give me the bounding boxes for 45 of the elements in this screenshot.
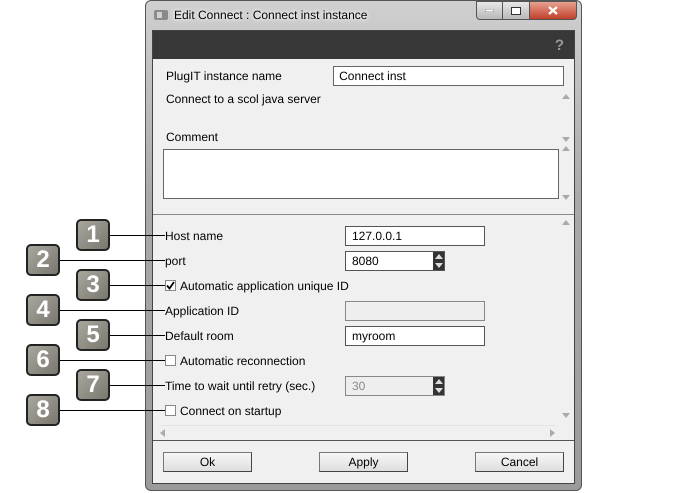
field-label: port	[165, 254, 187, 268]
app-icon	[154, 9, 168, 21]
field-label: Time to wait until retry (sec.)	[165, 378, 316, 392]
input-field[interactable]: myroom	[345, 326, 485, 346]
leader-line	[110, 235, 165, 236]
minimize-button[interactable]	[476, 1, 503, 20]
comment-field[interactable]	[163, 149, 559, 199]
field-label: Default room	[165, 328, 235, 342]
close-button[interactable]	[530, 1, 577, 20]
input-field[interactable]: 127.0.0.1	[345, 226, 485, 246]
callout-badge: 1	[76, 219, 110, 251]
minimize-icon	[485, 9, 494, 12]
arrow-down-icon[interactable]	[434, 262, 442, 268]
checkbox[interactable]: Automatic application unique ID	[165, 278, 349, 292]
field-label: Host name	[165, 228, 224, 242]
close-icon	[548, 6, 558, 15]
callout-badge: 6	[26, 344, 60, 376]
checkmark-icon	[166, 281, 175, 290]
callout-badge: 3	[76, 269, 110, 301]
maximize-icon	[511, 6, 521, 14]
description-text: Connect to a scol java server	[165, 92, 322, 108]
spinner-field[interactable]: 8080	[345, 250, 445, 270]
field-label: PlugIT instance name	[165, 69, 283, 83]
leader-line	[110, 335, 165, 336]
maximize-button[interactable]	[503, 1, 530, 20]
callout-badge: 7	[76, 369, 110, 401]
help-icon[interactable]: ?	[554, 36, 564, 54]
callout-badge: 5	[76, 319, 110, 351]
arrow-left-icon[interactable]	[159, 429, 166, 437]
callout-badge: 4	[26, 294, 60, 326]
callout-badge: 8	[26, 394, 60, 426]
leader-line	[110, 285, 165, 286]
dialog-button[interactable]: Ok	[163, 452, 252, 472]
field-label: Comment	[165, 130, 220, 144]
dialog-button[interactable]: Apply	[319, 452, 408, 472]
dialog-button[interactable]: Cancel	[475, 452, 564, 472]
arrow-up-icon[interactable]	[434, 252, 442, 260]
field-label: Application ID	[165, 304, 240, 318]
arrow-right-icon[interactable]	[549, 429, 556, 437]
checkbox[interactable]: Automatic reconnection	[165, 354, 306, 368]
input-field[interactable]: Connect inst	[333, 66, 564, 86]
window-title: Edit Connect : Connect inst instance	[174, 8, 368, 22]
checkbox[interactable]: Connect on startup	[165, 404, 282, 418]
leader-line	[110, 385, 165, 386]
callout-badge: 2	[26, 244, 60, 276]
